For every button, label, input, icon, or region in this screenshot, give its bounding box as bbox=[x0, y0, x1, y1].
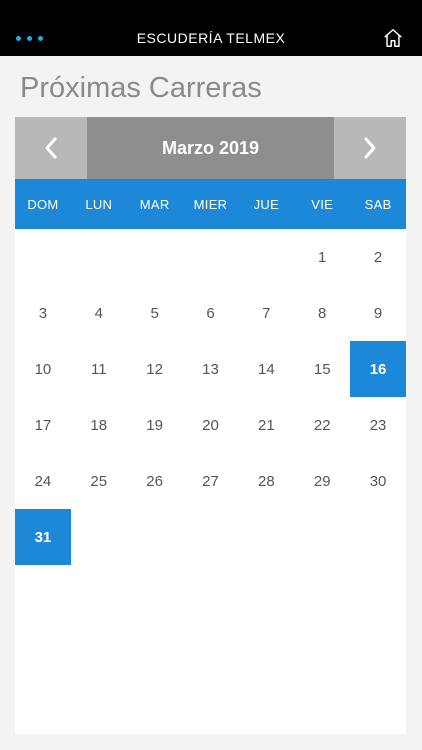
calendar-day[interactable]: 19 bbox=[127, 397, 183, 453]
month-label: Marzo 2019 bbox=[87, 117, 334, 179]
weekday-label: JUE bbox=[253, 196, 280, 212]
app-title: ESCUDERÍA TELMEX bbox=[136, 30, 286, 46]
empty-day-cell bbox=[183, 229, 239, 285]
page-title: Próximas Carreras bbox=[20, 72, 262, 104]
weekday-label: DOM bbox=[27, 196, 59, 212]
calendar-day-race[interactable]: 16 bbox=[350, 341, 406, 397]
calendar-day[interactable]: 2 bbox=[350, 229, 406, 285]
chevron-left-icon bbox=[45, 137, 57, 159]
calendar-day[interactable]: 21 bbox=[238, 397, 294, 453]
weekday-label: LUN bbox=[85, 196, 113, 212]
calendar-day[interactable]: 25 bbox=[71, 453, 127, 509]
day-grid: 1 2 3 4 5 6 7 8 9 10 11 12 13 14 15 16 17 18 19 20 21 22 23 24 2… bbox=[15, 229, 406, 565]
weekday-header: DOM LUN MAR MIER JUE VIE SAB bbox=[15, 179, 406, 229]
weekday-label: MIER bbox=[193, 196, 228, 212]
calendar-day[interactable]: 24 bbox=[15, 453, 71, 509]
calendar-day[interactable]: 9 bbox=[350, 285, 406, 341]
previous-month-button[interactable] bbox=[15, 117, 87, 179]
calendar-day[interactable]: 8 bbox=[294, 285, 350, 341]
calendar-day[interactable]: 17 bbox=[15, 397, 71, 453]
calendar-day[interactable]: 15 bbox=[294, 341, 350, 397]
weekday-label: SAB bbox=[364, 196, 392, 212]
empty-day-cell bbox=[71, 229, 127, 285]
calendar-day[interactable]: 14 bbox=[238, 341, 294, 397]
chevron-right-icon bbox=[364, 137, 376, 159]
calendar-day[interactable]: 3 bbox=[15, 285, 71, 341]
next-month-button[interactable] bbox=[334, 117, 406, 179]
empty-day-cell bbox=[238, 229, 294, 285]
empty-day-cell bbox=[127, 229, 183, 285]
calendar-day[interactable]: 27 bbox=[183, 453, 239, 509]
calendar-day[interactable]: 13 bbox=[183, 341, 239, 397]
weekday-label: VIE bbox=[311, 196, 334, 212]
month-bar: Marzo 2019 bbox=[15, 117, 406, 179]
calendar-day[interactable]: 1 bbox=[294, 229, 350, 285]
calendar-day[interactable]: 30 bbox=[350, 453, 406, 509]
calendar-day[interactable]: 5 bbox=[127, 285, 183, 341]
home-icon[interactable] bbox=[382, 27, 404, 49]
calendar-day[interactable]: 28 bbox=[238, 453, 294, 509]
calendar-day[interactable]: 18 bbox=[71, 397, 127, 453]
top-bar: ESCUDERÍA TELMEX bbox=[0, 0, 422, 56]
calendar-day[interactable]: 20 bbox=[183, 397, 239, 453]
calendar-day[interactable]: 6 bbox=[183, 285, 239, 341]
weekday-label: MAR bbox=[139, 196, 170, 212]
calendar-day[interactable]: 29 bbox=[294, 453, 350, 509]
calendar-day[interactable]: 11 bbox=[71, 341, 127, 397]
calendar-day-race[interactable]: 31 bbox=[15, 509, 71, 565]
empty-day-cell bbox=[15, 229, 71, 285]
calendar-day[interactable]: 10 bbox=[15, 341, 71, 397]
calendar-day[interactable]: 12 bbox=[127, 341, 183, 397]
calendar-day[interactable]: 7 bbox=[238, 285, 294, 341]
calendar-day[interactable]: 22 bbox=[294, 397, 350, 453]
calendar: Marzo 2019 DOM LUN MAR MIER JUE VIE SAB … bbox=[15, 117, 406, 734]
calendar-day[interactable]: 23 bbox=[350, 397, 406, 453]
calendar-day[interactable]: 4 bbox=[71, 285, 127, 341]
calendar-day[interactable]: 26 bbox=[127, 453, 183, 509]
